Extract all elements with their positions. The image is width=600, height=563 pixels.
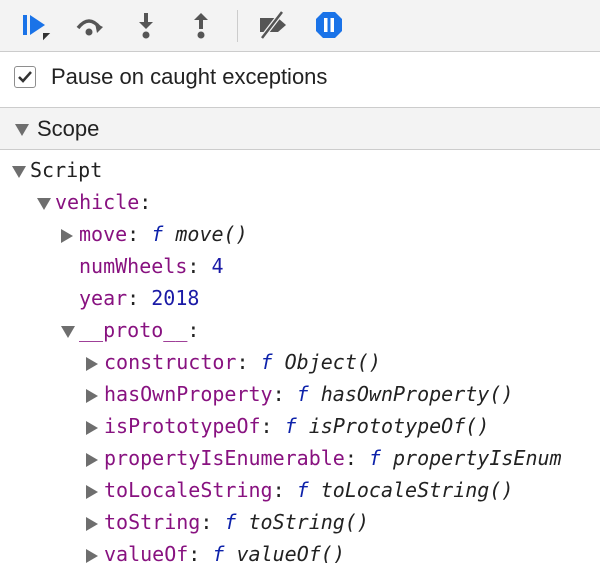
function-f-marker: f: [260, 350, 273, 374]
colon: :: [187, 318, 200, 342]
colon: :: [344, 446, 357, 470]
move-value: move(): [175, 222, 248, 246]
collapsed-triangle-icon[interactable]: [86, 548, 104, 563]
numwheels-value: 4: [211, 254, 224, 278]
proto-item-key: propertyIsEnumerable: [104, 446, 345, 470]
step-into-button[interactable]: [129, 8, 163, 42]
year-value: 2018: [151, 286, 200, 310]
proto-item-value: toLocaleString(): [320, 478, 514, 502]
expanded-triangle-icon[interactable]: [37, 197, 55, 210]
tree-row-numwheels[interactable]: numWheels: 4: [79, 250, 224, 282]
resume-button[interactable]: [18, 8, 52, 42]
tree-row-proto-item[interactable]: valueOf: f valueOf(): [86, 538, 345, 563]
vehicle-key: vehicle: [55, 190, 140, 214]
function-f-marker: f: [224, 510, 237, 534]
colon: :: [236, 350, 249, 374]
proto-item-value: toString(): [248, 510, 369, 534]
colon: :: [260, 414, 273, 438]
proto-item-key: constructor: [104, 350, 237, 374]
tree-row-proto-item[interactable]: toLocaleString: f toLocaleString(): [86, 474, 513, 506]
proto-item-value: valueOf(): [236, 542, 345, 563]
script-label: Script: [30, 158, 103, 182]
function-f-marker: f: [296, 382, 309, 406]
colon: :: [188, 542, 201, 563]
scope-expand-triangle-icon[interactable]: [14, 123, 30, 142]
colon: :: [127, 222, 140, 246]
resume-icon: [23, 15, 51, 41]
proto-item-key: valueOf: [104, 542, 189, 563]
tree-row-vehicle[interactable]: vehicle:: [37, 186, 151, 218]
pause-caught-row: Pause on caught exceptions: [0, 52, 600, 108]
proto-item-key: toLocaleString: [104, 478, 273, 502]
scope-title: Scope: [37, 116, 100, 141]
pause-caught-label: Pause on caught exceptions: [51, 64, 328, 89]
pause-caught-checkbox[interactable]: [14, 66, 36, 88]
move-key: move: [79, 222, 128, 246]
toolbar-separator: [237, 10, 238, 42]
tree-row-proto-item[interactable]: hasOwnProperty: f hasOwnProperty(): [86, 378, 513, 410]
checkmark-icon: [18, 71, 32, 83]
numwheels-key: numWheels: [79, 254, 188, 278]
pause-on-exceptions-icon: [316, 12, 342, 38]
colon: :: [139, 190, 152, 214]
step-over-icon: [76, 19, 103, 36]
proto-item-value: propertyIsEnum: [393, 446, 562, 470]
collapsed-triangle-icon[interactable]: [61, 228, 79, 243]
function-f-marker: f: [296, 478, 309, 502]
step-out-button[interactable]: [184, 8, 218, 42]
debugger-toolbar: [0, 0, 600, 52]
collapsed-triangle-icon[interactable]: [86, 484, 104, 499]
step-into-icon: [139, 13, 153, 39]
tree-row-proto-item[interactable]: toString: f toString(): [86, 506, 369, 538]
collapsed-triangle-icon[interactable]: [86, 356, 104, 371]
deactivate-breakpoints-icon: [260, 10, 286, 40]
proto-item-key: isPrototypeOf: [104, 414, 261, 438]
step-out-icon: [194, 13, 208, 39]
collapsed-triangle-icon[interactable]: [86, 420, 104, 435]
colon: :: [187, 254, 200, 278]
expanded-triangle-icon[interactable]: [61, 325, 79, 338]
proto-item-value: Object(): [284, 350, 381, 374]
step-over-button[interactable]: [72, 8, 106, 42]
deactivate-breakpoints-button[interactable]: [256, 8, 290, 42]
colon: :: [200, 510, 213, 534]
tree-row-year[interactable]: year: 2018: [79, 282, 199, 314]
function-f-marker: f: [284, 414, 297, 438]
colon: :: [127, 286, 140, 310]
tree-row-proto-item[interactable]: isPrototypeOf: f isPrototypeOf(): [86, 410, 489, 442]
tree-row-move[interactable]: move: f move(): [61, 218, 248, 250]
tree-row-script[interactable]: Script: [12, 154, 102, 186]
collapsed-triangle-icon[interactable]: [86, 516, 104, 531]
proto-item-value: hasOwnProperty(): [320, 382, 514, 406]
tree-row-proto-item[interactable]: constructor: f Object(): [86, 346, 381, 378]
function-f-marker: f: [368, 446, 381, 470]
proto-item-value: isPrototypeOf(): [308, 414, 490, 438]
scope-section-header[interactable]: Scope: [0, 108, 600, 150]
colon: :: [272, 382, 285, 406]
year-key: year: [79, 286, 128, 310]
tree-row-proto[interactable]: __proto__:: [61, 314, 199, 346]
collapsed-triangle-icon[interactable]: [86, 388, 104, 403]
proto-item-key: toString: [104, 510, 201, 534]
colon: :: [272, 478, 285, 502]
function-f-marker: f: [151, 222, 164, 246]
proto-item-key: hasOwnProperty: [104, 382, 273, 406]
scope-tree: Script vehicle: move: f move() numWheels…: [0, 150, 600, 563]
tree-row-proto-item[interactable]: propertyIsEnumerable: f propertyIsEnum: [86, 442, 562, 474]
pause-on-exceptions-button[interactable]: [312, 8, 346, 42]
expanded-triangle-icon[interactable]: [12, 165, 30, 178]
proto-key: __proto__: [79, 318, 188, 342]
function-f-marker: f: [212, 542, 225, 563]
collapsed-triangle-icon[interactable]: [86, 452, 104, 467]
